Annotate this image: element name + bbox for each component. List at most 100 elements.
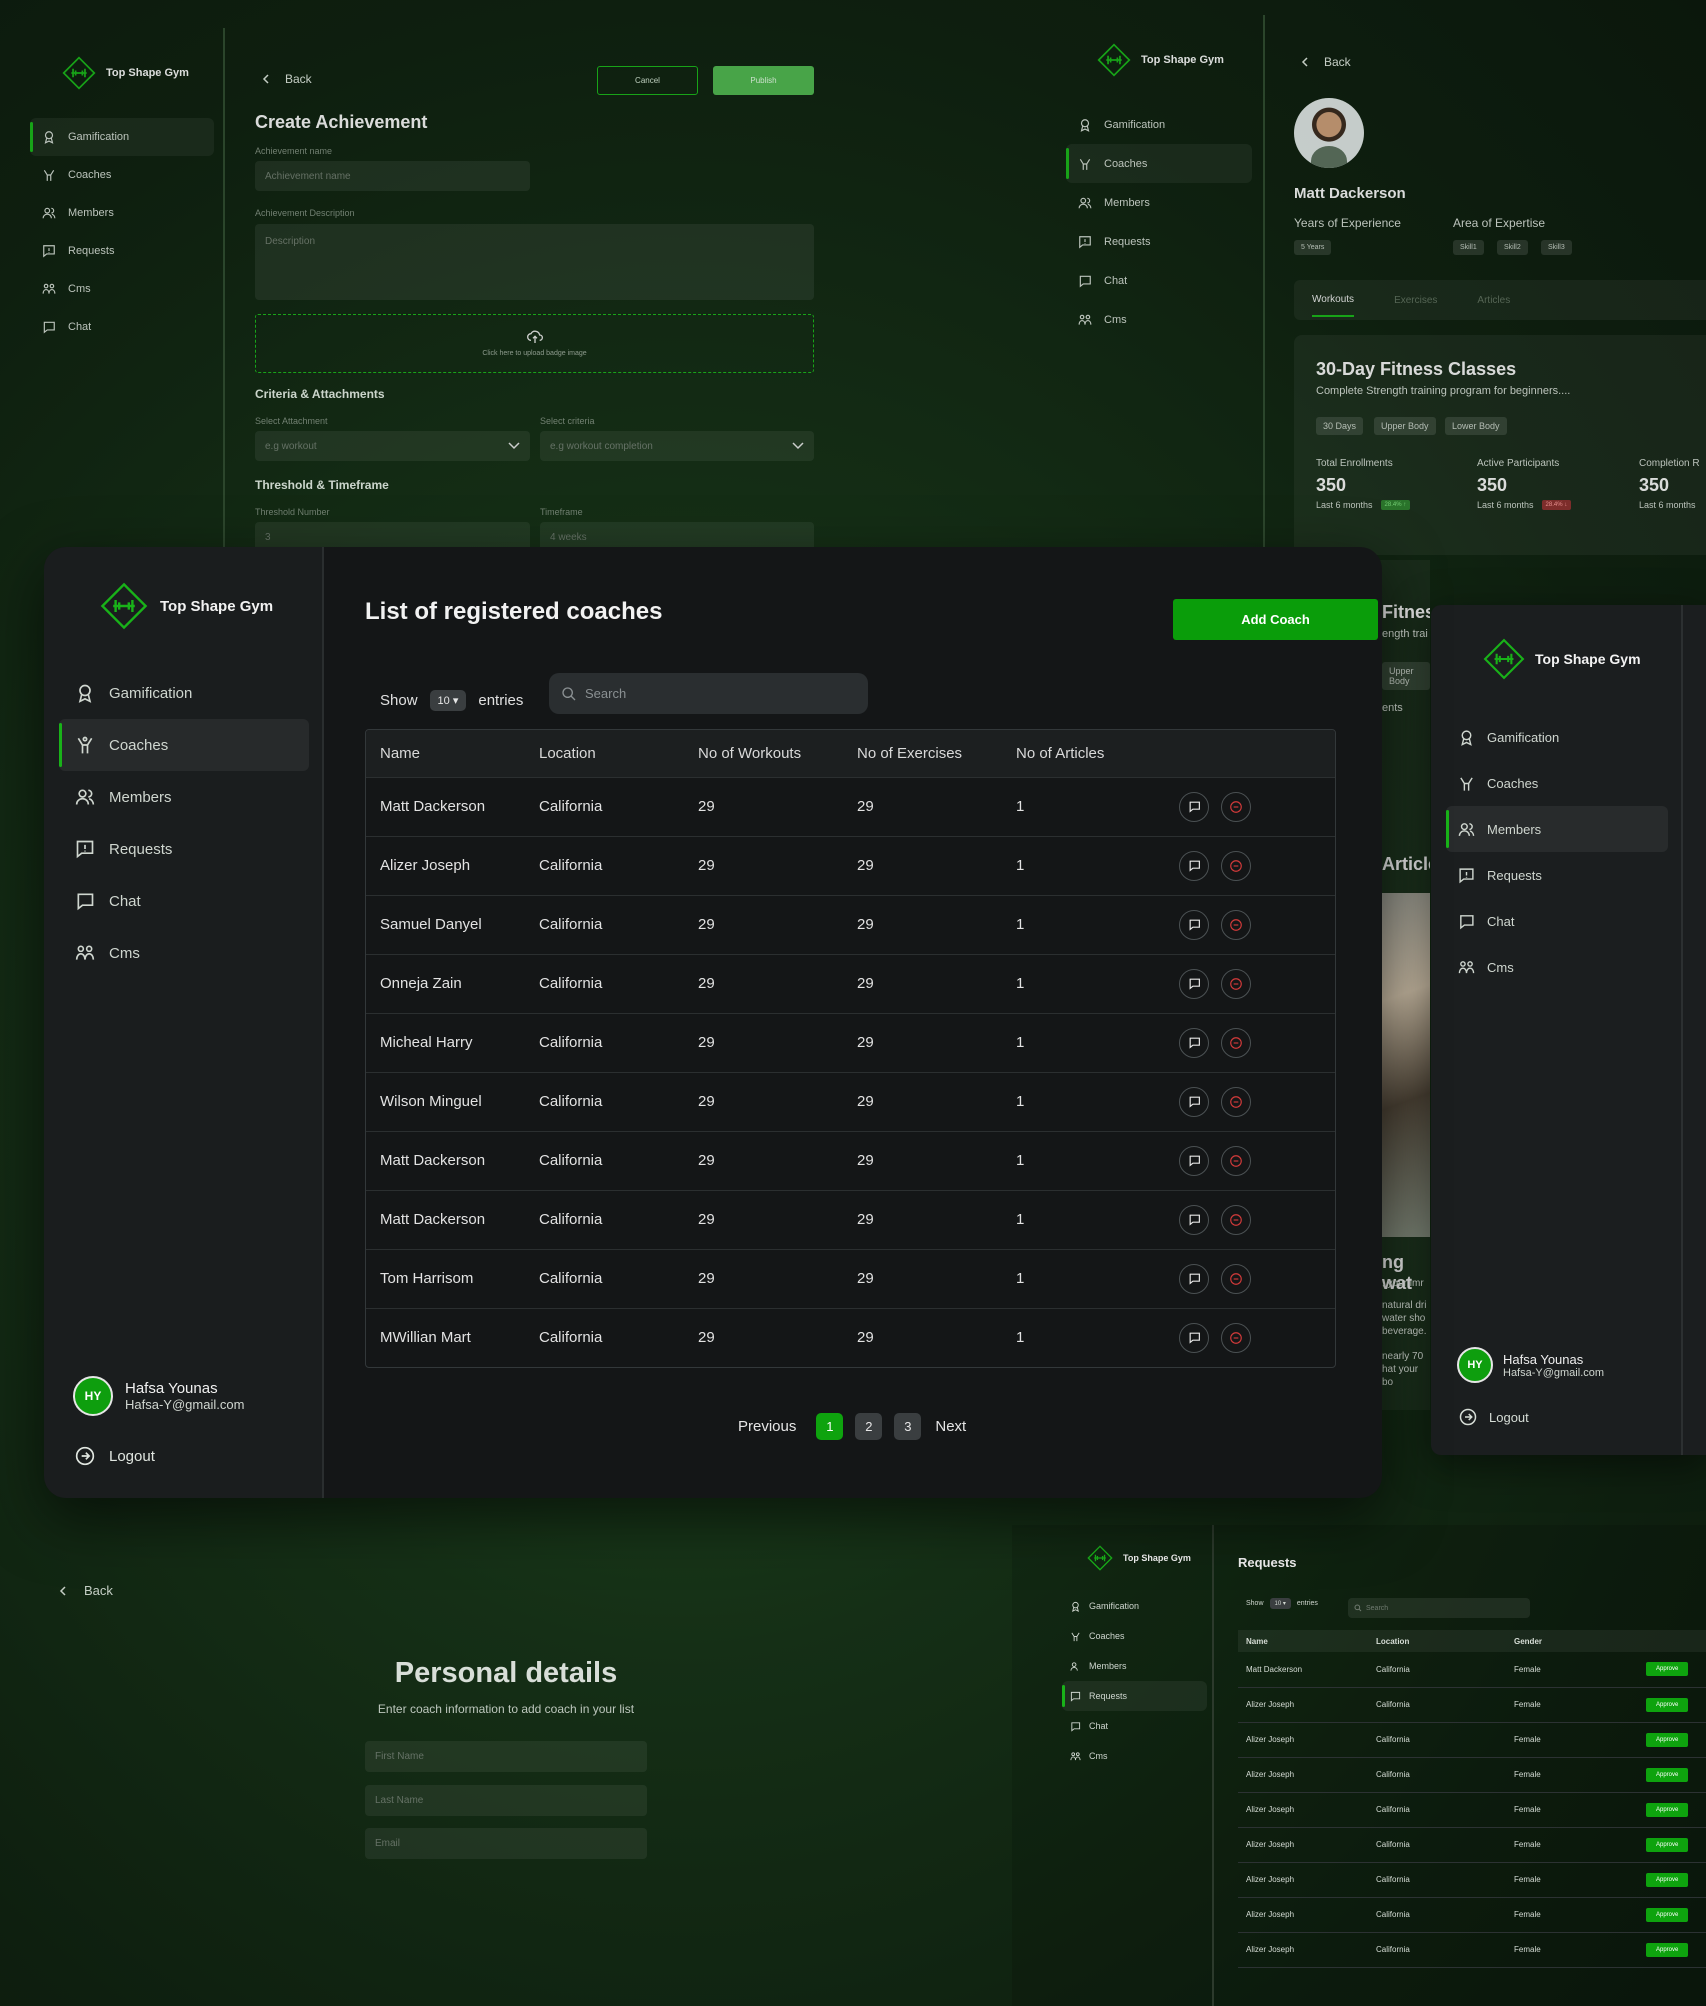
remove-button[interactable] [1221,1322,1251,1353]
message-button[interactable] [1179,1086,1209,1117]
page-button[interactable]: 2 [855,1413,883,1440]
nav-item-requests[interactable]: Requests [1446,852,1668,898]
add-coach-button[interactable]: Add Coach [1173,599,1378,640]
table-row[interactable]: Matt Dackerson California 29 29 1 [366,1130,1335,1190]
remove-button[interactable] [1221,850,1251,881]
message-button[interactable] [1179,968,1209,999]
email-input[interactable]: Email [365,1828,647,1859]
table-row[interactable]: Alizer Joseph California Female Approve [1238,1722,1706,1757]
back-link[interactable]: Back [261,72,312,86]
nav-item-gamification[interactable]: Gamification [1066,105,1252,144]
remove-button[interactable] [1221,968,1251,999]
description-textarea[interactable]: Description [255,224,814,300]
page-button[interactable]: 3 [894,1413,922,1440]
achievement-name-input[interactable]: Achievement name [255,161,530,191]
entries-select[interactable]: 10 ▾ [429,689,467,711]
nav-item-gamification[interactable]: Gamification [1446,714,1668,760]
logout-button[interactable]: Logout [1459,1408,1529,1426]
message-button[interactable] [1179,1145,1209,1176]
search-input[interactable]: Search [1348,1598,1530,1618]
approve-button[interactable]: Approve [1646,1732,1689,1747]
approve-button[interactable]: Approve [1646,1697,1689,1712]
nav-item-cms[interactable]: Cms [30,270,214,308]
approve-button[interactable]: Approve [1646,1802,1689,1817]
approve-button[interactable]: Approve [1646,1872,1689,1887]
remove-button[interactable] [1221,909,1251,940]
nav-item-coaches[interactable]: Coaches [1066,144,1252,183]
entries-select[interactable]: 10 ▾ [1269,1598,1291,1609]
nav-item-members[interactable]: Members [59,771,309,823]
badge-upload-zone[interactable]: Click here to upload badge image [255,314,814,373]
nav-item-gamification[interactable]: Gamification [30,118,214,156]
tab-articles[interactable]: Articles [1477,295,1510,306]
nav-item-requests[interactable]: Requests [1062,1681,1207,1711]
publish-button[interactable]: Publish [713,66,814,95]
table-row[interactable]: Alizer Joseph California Female Approve [1238,1792,1706,1827]
nav-item-cms[interactable]: Cms [1062,1741,1207,1771]
next-page-link[interactable]: Next [935,1418,966,1435]
message-button[interactable] [1179,850,1209,881]
approve-button[interactable]: Approve [1646,1767,1689,1782]
last-name-input[interactable]: Last Name [365,1785,647,1816]
approve-button[interactable]: Approve [1646,1942,1689,1957]
nav-item-coaches[interactable]: Coaches [1062,1621,1207,1651]
nav-item-coaches[interactable]: Coaches [59,719,309,771]
table-row[interactable]: Matt Dackerson California Female Approve [1238,1652,1706,1687]
table-row[interactable]: Alizer Joseph California Female Approve [1238,1827,1706,1862]
nav-item-members[interactable]: Members [1062,1651,1207,1681]
nav-item-chat[interactable]: Chat [1446,898,1668,944]
table-row[interactable]: Alizer Joseph California 29 29 1 [366,835,1335,895]
back-link[interactable]: Back [58,1583,113,1598]
remove-button[interactable] [1221,791,1251,822]
table-row[interactable]: Tom Harrisom California 29 29 1 [366,1248,1335,1308]
table-row[interactable]: Alizer Joseph California Female Approve [1238,1932,1706,1967]
nav-item-coaches[interactable]: Coaches [30,156,214,194]
nav-item-cms[interactable]: Cms [59,927,309,979]
nav-item-coaches[interactable]: Coaches [1446,760,1668,806]
back-link[interactable]: Back [1300,55,1351,69]
nav-item-gamification[interactable]: Gamification [59,667,309,719]
table-row[interactable]: Micheal Harry California 29 29 1 [366,1012,1335,1072]
nav-item-gamification[interactable]: Gamification [1062,1591,1207,1621]
remove-button[interactable] [1221,1027,1251,1058]
tab-exercises[interactable]: Exercises [1394,295,1437,306]
nav-item-requests[interactable]: Requests [1066,222,1252,261]
nav-item-cms[interactable]: Cms [1066,300,1252,339]
nav-item-chat[interactable]: Chat [30,308,214,346]
remove-button[interactable] [1221,1263,1251,1294]
table-row[interactable]: Alizer Joseph California Female Approve [1238,1757,1706,1792]
cancel-button[interactable]: Cancel [597,66,698,95]
nav-item-chat[interactable]: Chat [1066,261,1252,300]
table-row[interactable]: Samuel Danyel California 29 29 1 [366,894,1335,954]
program-card[interactable]: 30-Day Fitness Classes Complete Strength… [1294,335,1706,555]
approve-button[interactable]: Approve [1646,1662,1689,1677]
attachment-select[interactable]: e.g workout [255,431,530,461]
nav-item-members[interactable]: Members [30,194,214,232]
nav-item-requests[interactable]: Requests [59,823,309,875]
nav-item-members[interactable]: Members [1446,806,1668,852]
page-button[interactable]: 1 [816,1413,844,1440]
nav-item-cms[interactable]: Cms [1446,944,1668,990]
table-row[interactable]: MWillian Mart California 29 29 1 [366,1307,1335,1367]
message-button[interactable] [1179,791,1209,822]
message-button[interactable] [1179,1322,1209,1353]
timeframe-input[interactable]: 4 weeks [540,522,814,548]
first-name-input[interactable]: First Name [365,1741,647,1772]
table-row[interactable]: Matt Dackerson California 29 29 1 [366,776,1335,836]
table-row[interactable]: Matt Dackerson California 29 29 1 [366,1189,1335,1249]
nav-item-chat[interactable]: Chat [1062,1711,1207,1741]
criteria-select[interactable]: e.g workout completion [540,431,814,461]
table-row[interactable]: Wilson Minguel California 29 29 1 [366,1071,1335,1131]
remove-button[interactable] [1221,1086,1251,1117]
user-card[interactable]: HY Hafsa Younas Hafsa-Y@gmail.com [73,1376,244,1416]
remove-button[interactable] [1221,1145,1251,1176]
message-button[interactable] [1179,909,1209,940]
user-card[interactable]: HY Hafsa Younas Hafsa-Y@gmail.com [1457,1347,1604,1383]
threshold-input[interactable]: 3 [255,522,530,548]
search-input[interactable]: Search [549,673,868,714]
nav-item-members[interactable]: Members [1066,183,1252,222]
message-button[interactable] [1179,1263,1209,1294]
nav-item-requests[interactable]: Requests [30,232,214,270]
tab-workouts[interactable]: Workouts [1312,284,1355,317]
remove-button[interactable] [1221,1204,1251,1235]
